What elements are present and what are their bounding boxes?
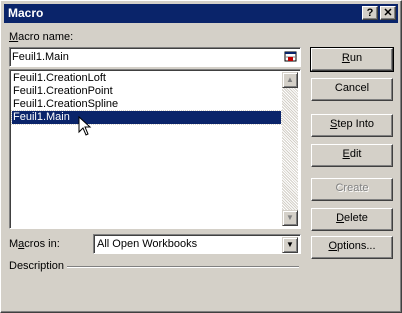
list-item[interactable]: Feuil1.CreationSpline bbox=[12, 98, 118, 111]
macros-in-label: Macros in: bbox=[9, 238, 60, 250]
scroll-up-button[interactable]: ▲ bbox=[282, 72, 298, 88]
macro-name-field bbox=[9, 47, 301, 67]
help-button[interactable]: ? bbox=[362, 6, 378, 20]
list-item[interactable]: Feuil1.CreationLoft bbox=[12, 72, 106, 85]
cancel-button[interactable]: Cancel bbox=[311, 78, 393, 101]
chevron-down-icon: ▼ bbox=[286, 240, 294, 249]
create-button[interactable]: Create bbox=[311, 178, 393, 201]
step-into-button[interactable]: Step Into bbox=[311, 114, 393, 137]
description-label: Description bbox=[9, 260, 65, 272]
close-icon: ✕ bbox=[383, 7, 393, 19]
list-item-selected[interactable]: Feuil1.Main bbox=[11, 110, 282, 125]
scroll-up-icon: ▲ bbox=[286, 75, 294, 84]
mouse-cursor-icon bbox=[78, 115, 94, 138]
macro-list: Feuil1.CreationLoft Feuil1.CreationPoint… bbox=[9, 69, 301, 229]
close-button[interactable]: ✕ bbox=[380, 6, 396, 20]
title-bar[interactable]: Macro ? ✕ bbox=[4, 4, 398, 23]
dropdown-button[interactable]: ▼ bbox=[282, 237, 298, 253]
list-item[interactable]: Feuil1.CreationPoint bbox=[12, 85, 113, 98]
macros-in-select[interactable]: All Open Workbooks ▼ bbox=[93, 234, 301, 254]
macros-in-value: All Open Workbooks bbox=[97, 238, 198, 250]
options-button[interactable]: Options... bbox=[311, 236, 393, 259]
scroll-down-icon: ▼ bbox=[286, 213, 294, 222]
edit-button[interactable]: Edit bbox=[311, 144, 393, 167]
help-icon: ? bbox=[366, 7, 374, 19]
window-title: Macro bbox=[8, 6, 44, 20]
description-divider bbox=[67, 266, 299, 268]
list-scrollbar[interactable]: ▲ ▼ bbox=[282, 72, 298, 226]
macro-dialog: Macro ? ✕ Macro name: Feuil1.CreationLof… bbox=[0, 0, 402, 313]
delete-button[interactable]: Delete bbox=[311, 208, 393, 231]
select-range-icon[interactable] bbox=[284, 50, 298, 64]
macro-name-input[interactable] bbox=[12, 50, 278, 64]
run-button[interactable]: Run bbox=[310, 47, 394, 72]
macro-name-label: Macro name: bbox=[9, 31, 74, 43]
scroll-down-button[interactable]: ▼ bbox=[282, 210, 298, 226]
